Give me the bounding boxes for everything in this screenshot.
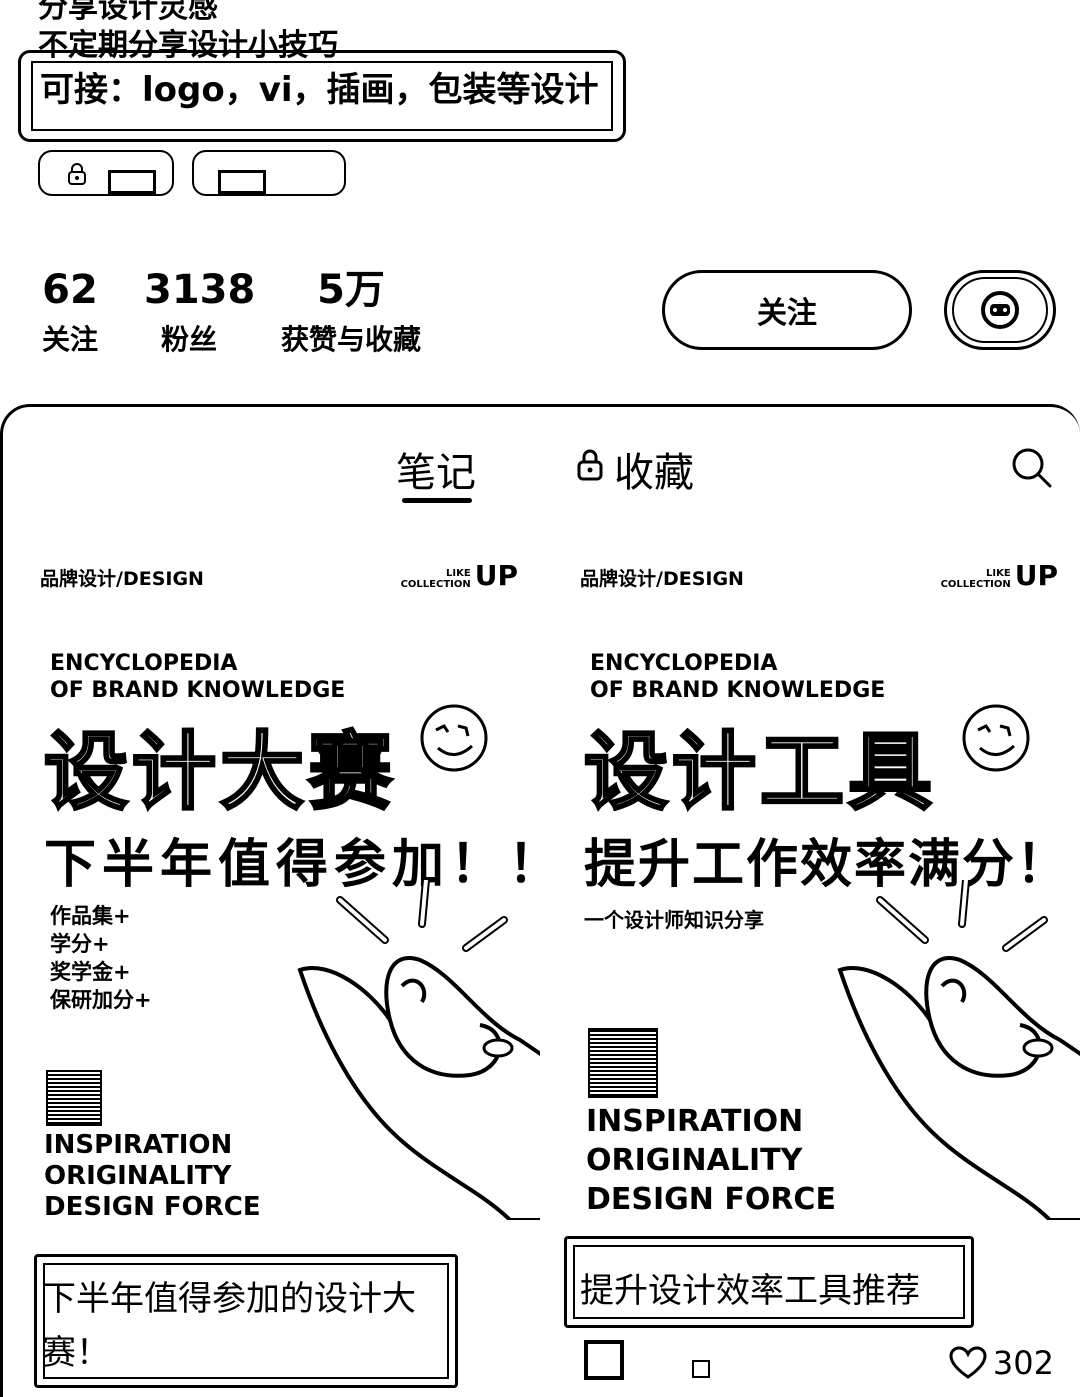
cover-point: 学分+: [50, 932, 110, 956]
profile-tag-2[interactable]: [192, 150, 346, 196]
cover-en-line: ENCYCLOPEDIA: [590, 651, 778, 676]
stat-followers[interactable]: 3138 粉丝: [144, 267, 256, 358]
cover-brand: 品牌设计/DESIGN: [580, 568, 744, 590]
cover-en-line: OF BRAND KNOWLEDGE: [590, 678, 886, 703]
stat-likes-collects[interactable]: 5万 获赞与收藏: [276, 268, 426, 358]
cover-point: 奖学金+: [50, 960, 131, 984]
cover-english-title: ENCYCLOPEDIA OF BRAND KNOWLEDGE: [590, 650, 885, 704]
cover-slogan: INSPIRATION ORIGINALITY DESIGN FORCE: [44, 1130, 261, 1223]
cover-point: 保研加分+: [50, 988, 152, 1012]
cover-headline: 设计工具: [582, 723, 937, 821]
tab-collections[interactable]: 收藏: [614, 440, 694, 498]
note-card[interactable]: 品牌设计/DESIGN LIKE COLLECTION UP ENCYCLOPE…: [0, 540, 540, 1397]
note-title[interactable]: 提升设计效率工具推荐: [580, 1264, 920, 1318]
active-tab-indicator: [402, 498, 472, 503]
likes-count: 5万: [317, 267, 385, 313]
pixel-texture: [588, 1028, 658, 1098]
cover-english-title: ENCYCLOPEDIA OF BRAND KNOWLEDGE: [50, 650, 345, 704]
slogan-line: INSPIRATION: [586, 1104, 804, 1139]
cover-brand: 品牌设计/DESIGN: [40, 568, 204, 590]
lock-icon: [68, 163, 86, 185]
logo-up: UP: [474, 559, 518, 592]
slogan-line: DESIGN FORCE: [586, 1182, 836, 1217]
cover-points: 作品集+ 学分+ 奖学金+ 保研加分+: [50, 902, 152, 1014]
logo-like: LIKE: [446, 568, 471, 579]
cover-caption: 一个设计师知识分享: [584, 908, 764, 932]
likes-label: 获赞与收藏: [280, 323, 421, 356]
logo-like: LIKE: [986, 568, 1011, 579]
chat-bubble-icon: [981, 291, 1019, 329]
snapping-hand-illustration: [297, 880, 540, 1220]
cover-slogan: INSPIRATION ORIGINALITY DESIGN FORCE: [586, 1102, 836, 1219]
tag-placeholder: [108, 170, 156, 194]
cover-en-line: ENCYCLOPEDIA: [50, 651, 238, 676]
followers-label: 粉丝: [160, 323, 217, 356]
logo-collection: COLLECTION: [940, 579, 1011, 590]
heart-icon: [949, 1346, 987, 1379]
slogan-line: ORIGINALITY: [44, 1161, 232, 1191]
lock-icon: [577, 449, 603, 481]
chat-button[interactable]: [944, 270, 1056, 350]
logo-collection: COLLECTION: [400, 579, 471, 590]
smiley-icon: [962, 704, 1030, 772]
follow-button[interactable]: 关注: [662, 270, 912, 350]
slogan-line: INSPIRATION: [44, 1130, 233, 1160]
bio-line-3: 可接：logo，vi，插画，包装等设计: [40, 70, 599, 110]
pixel-texture: [46, 1070, 102, 1126]
tab-notes[interactable]: 笔记: [396, 440, 476, 498]
slogan-line: DESIGN FORCE: [44, 1192, 261, 1222]
following-label: 关注: [41, 323, 98, 356]
like-count: 302: [992, 1344, 1054, 1382]
following-count: 62: [42, 267, 98, 313]
search-icon[interactable]: [1010, 446, 1054, 490]
slogan-line: ORIGINALITY: [586, 1143, 803, 1178]
author-name-placeholder: [692, 1360, 710, 1378]
stat-following[interactable]: 62 关注: [38, 268, 102, 358]
snapping-hand-illustration: [837, 880, 1080, 1220]
note-title[interactable]: 下半年值得参加的设计大赛！: [42, 1272, 442, 1380]
smiley-icon: [420, 704, 488, 772]
tag-placeholder: [218, 170, 266, 194]
note-card[interactable]: 品牌设计/DESIGN LIKE COLLECTION UP ENCYCLOPE…: [540, 540, 1080, 1397]
profile-tag-1[interactable]: [38, 150, 174, 196]
cover-en-line: OF BRAND KNOWLEDGE: [50, 678, 346, 703]
cover-point: 作品集+: [50, 904, 131, 928]
cover-headline: 设计大赛: [42, 723, 397, 821]
logo-up: UP: [1014, 559, 1058, 592]
avatar[interactable]: [584, 1340, 624, 1380]
followers-count: 3138: [144, 267, 256, 313]
cover-logo: LIKE COLLECTION UP: [400, 559, 518, 592]
like-button[interactable]: 302: [949, 1344, 1054, 1382]
cover-logo: LIKE COLLECTION UP: [940, 559, 1058, 592]
